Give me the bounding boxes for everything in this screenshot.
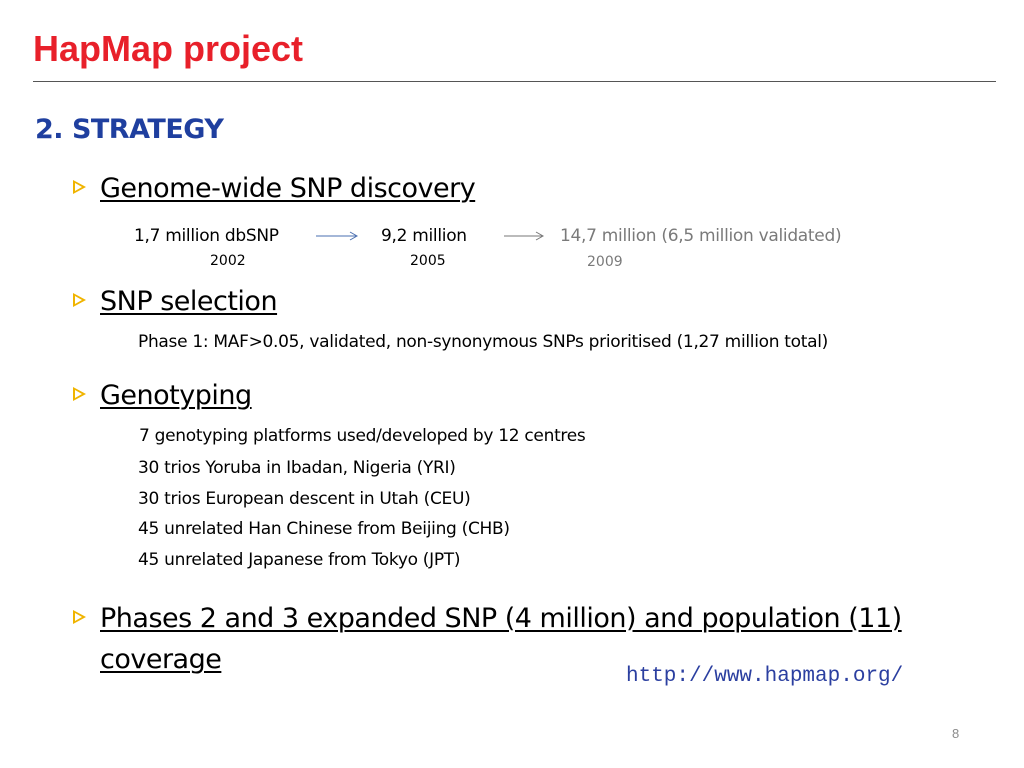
bullet-label: SNP selection: [100, 286, 278, 317]
triangle-bullet-icon: [73, 609, 86, 624]
arrow-right-icon: [316, 231, 359, 241]
title-divider: [33, 81, 996, 82]
triangle-bullet-icon: [73, 179, 86, 194]
bullet-label: Genotyping: [100, 380, 252, 411]
bullet-snp-discovery: Genome-wide SNP discovery: [73, 170, 476, 208]
bullet-label-line2: coverage: [100, 644, 222, 675]
bullet-label-line1: Phases 2 and 3 expanded SNP (4 million) …: [100, 603, 902, 634]
triangle-bullet-icon: [73, 292, 86, 307]
genotyping-detail: 7 genotyping platforms used/developed by…: [139, 426, 586, 446]
population-item: 30 trios Yoruba in Ibadan, Nigeria (YRI): [138, 458, 456, 478]
population-item: 45 unrelated Han Chinese from Beijing (C…: [138, 519, 510, 539]
timeline-year-2005: 2005: [410, 253, 446, 269]
timeline-value-2002: 1,7 million dbSNP: [134, 226, 279, 246]
bullet-phases-coverage-continued: coverage: [100, 641, 222, 679]
bullet-label: Genome-wide SNP discovery: [100, 173, 476, 204]
snp-selection-detail: Phase 1: MAF>0.05, validated, non-synony…: [138, 332, 829, 352]
triangle-bullet-icon: [73, 386, 86, 401]
bullet-snp-selection: SNP selection: [73, 283, 278, 321]
bullet-phases-coverage: Phases 2 and 3 expanded SNP (4 million) …: [73, 600, 902, 638]
bullet-genotyping: Genotyping: [73, 377, 252, 415]
timeline-value-2009: 14,7 million (6,5 million validated): [560, 226, 842, 246]
arrow-right-icon: [504, 231, 545, 241]
timeline-year-2002: 2002: [210, 253, 246, 269]
timeline-year-2009: 2009: [587, 254, 623, 270]
page-number: 8: [952, 726, 960, 741]
hapmap-url-link[interactable]: http://www.hapmap.org/: [626, 664, 903, 690]
population-item: 45 unrelated Japanese from Tokyo (JPT): [138, 550, 461, 570]
population-item: 30 trios European descent in Utah (CEU): [138, 489, 471, 509]
section-heading: 2. STRATEGY: [35, 114, 224, 145]
slide-title: HapMap project: [33, 28, 304, 69]
timeline-value-2005: 9,2 million: [381, 226, 467, 246]
